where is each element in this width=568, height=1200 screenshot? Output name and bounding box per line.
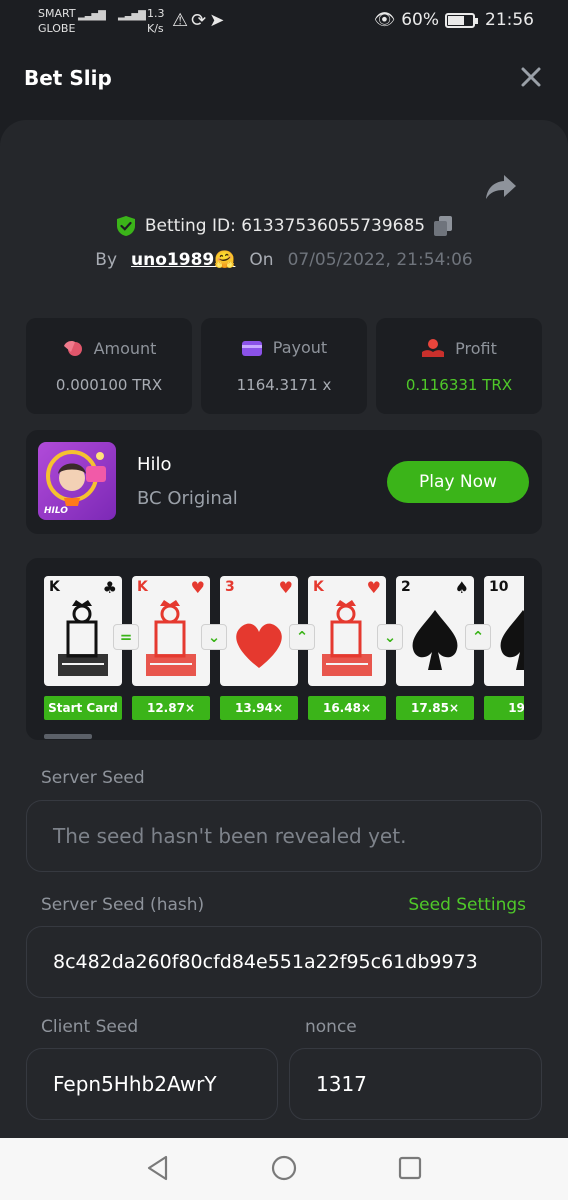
- suit-art-icon: [500, 610, 524, 670]
- thumb-label: HILO: [44, 506, 68, 516]
- clock: 21:56: [485, 10, 534, 30]
- system-nav-bar: [0, 1138, 568, 1200]
- card-payout-chip: 17.85×: [396, 696, 474, 720]
- back-nav-icon[interactable]: [144, 1154, 172, 1182]
- signal-icon: ▂▃▅▇: [78, 10, 106, 21]
- speed-unit: K/s: [147, 22, 164, 35]
- game-card: HILO Hilo BC Original Play Now: [26, 430, 542, 534]
- cards-scroll-area[interactable]: K ♣ Start Card K ♥ 12.87× 3 ♥ 13.94× K ♥ 16.48× 2 ♠ 17…: [44, 576, 524, 724]
- stat-amount-value: 0.000100 TRX: [55, 376, 163, 394]
- chip-stack-icon: [63, 341, 82, 356]
- warning-icon: ⚠: [172, 10, 192, 31]
- stat-amount-label: Amount: [93, 338, 157, 358]
- nonce-label: nonce: [305, 1017, 357, 1037]
- card-payout-chip: 16.48×: [308, 696, 386, 720]
- share-icon: [486, 175, 516, 199]
- notification-icons: ⚠⟳➤: [172, 10, 227, 31]
- playing-card: K ♥: [132, 576, 210, 686]
- speed-value: 1.3: [147, 7, 165, 20]
- hilo-game-thumbnail: HILO: [38, 442, 116, 520]
- close-icon: [521, 67, 541, 87]
- card-suit-icon: ♣: [102, 578, 117, 597]
- card-suit-icon: ♥: [366, 578, 381, 597]
- king-figure-icon: [146, 600, 196, 676]
- king-figure-icon: [322, 600, 372, 676]
- profit-hand-icon: [422, 339, 445, 357]
- carrier-line-2: GLOBE: [38, 22, 76, 35]
- network-speed: 1.3 K/s: [147, 6, 165, 36]
- signal-icon-2: ▂▃▅▇: [118, 10, 146, 21]
- sync-icon: ⟳: [191, 10, 210, 31]
- stat-profit-value: 0.116331 TRX: [405, 376, 513, 394]
- playing-card: 3 ♥: [220, 576, 298, 686]
- bet-date: 07/05/2022, 21:54:06: [287, 250, 473, 270]
- card-rank: 10: [489, 579, 509, 595]
- verified-shield-icon: [116, 216, 135, 236]
- server-seed-hash-label: Server Seed (hash): [41, 895, 205, 915]
- status-right: 👁 60% 21:56: [374, 10, 534, 30]
- card-rank: 3: [225, 579, 235, 595]
- wallet-icon: [241, 340, 262, 356]
- equal-icon: =: [113, 624, 139, 650]
- bet-author-row: By uno1989🤗 On 07/05/2022, 21:54:06: [0, 246, 568, 274]
- carrier-label: SMART GLOBE: [38, 6, 76, 36]
- card-suit-icon: ♥: [278, 578, 293, 597]
- nonce-field[interactable]: 1317: [289, 1048, 542, 1120]
- stat-profit: Profit 0.116331 TRX: [376, 318, 542, 414]
- battery-percent: 60%: [401, 10, 439, 30]
- eye-icon: 👁: [373, 10, 396, 30]
- card-suit-icon: ♠: [454, 578, 469, 597]
- card-rank: K: [313, 579, 324, 595]
- share-button[interactable]: [484, 172, 518, 202]
- card-suit-icon: ♥: [190, 578, 205, 597]
- cards-scrollbar[interactable]: [44, 734, 92, 739]
- card-payout-chip: 12.87×: [132, 696, 210, 720]
- seed-settings-link[interactable]: Seed Settings: [408, 895, 526, 915]
- card-payout-chip: 19.3: [484, 696, 524, 720]
- stat-profit-label: Profit: [455, 338, 497, 358]
- lower-arrow-icon: ⌄: [377, 624, 403, 650]
- close-button[interactable]: [518, 66, 544, 92]
- card-payout-chip: Start Card: [44, 696, 122, 720]
- stat-payout-value: 1164.3171 x: [236, 376, 332, 394]
- stat-payout-label: Payout: [272, 338, 328, 357]
- by-label: By: [95, 250, 118, 270]
- higher-arrow-icon: ⌃: [289, 624, 315, 650]
- card-rank: 2: [401, 579, 411, 595]
- playing-card: K ♥: [308, 576, 386, 686]
- server-seed-field: The seed hasn't been revealed yet.: [26, 800, 542, 872]
- copy-icon[interactable]: [433, 215, 453, 237]
- home-nav-icon[interactable]: [270, 1154, 298, 1182]
- playing-card: 2 ♠: [396, 576, 474, 686]
- server-seed-label: Server Seed: [41, 768, 145, 788]
- recents-nav-icon[interactable]: [396, 1154, 424, 1182]
- client-seed-label: Client Seed: [41, 1017, 139, 1037]
- lower-arrow-icon: ⌄: [201, 624, 227, 650]
- card-payout-chip: 13.94×: [220, 696, 298, 720]
- stat-amount: Amount 0.000100 TRX: [26, 318, 192, 414]
- card-rank: K: [137, 579, 148, 595]
- betting-id: Betting ID: 61337536055739685: [144, 216, 426, 236]
- card-rank: K: [49, 579, 60, 595]
- client-seed-field[interactable]: Fepn5Hhb2AwrY: [26, 1048, 278, 1120]
- cards-history-panel: K ♣ Start Card K ♥ 12.87× 3 ♥ 13.94× K ♥ 16.48× 2 ♠ 17…: [26, 558, 542, 740]
- king-figure-icon: [58, 600, 108, 676]
- carrier-line-1: SMART: [38, 7, 76, 20]
- telegram-icon: ➤: [209, 10, 228, 31]
- game-name: Hilo: [137, 454, 172, 475]
- betting-id-row: Betting ID: 61337536055739685: [0, 212, 568, 240]
- server-seed-hash-field[interactable]: 8c482da260f80cfd84e551a22f95c61db9973: [26, 926, 542, 998]
- suit-art-icon: [412, 610, 458, 670]
- on-label: On: [249, 250, 274, 270]
- username-link[interactable]: uno1989🤗: [131, 250, 235, 270]
- page-title: Bet Slip: [24, 66, 112, 90]
- suit-art-icon: [236, 623, 282, 668]
- battery-icon: [445, 12, 478, 28]
- higher-arrow-icon: ⌃: [465, 624, 491, 650]
- stat-payout: Payout 1164.3171 x: [201, 318, 367, 414]
- play-now-button[interactable]: Play Now: [387, 461, 529, 503]
- game-subtitle: BC Original: [137, 488, 238, 509]
- status-bar: SMART GLOBE ▂▃▅▇ ▂▃▅▇ 1.3 K/s ⚠⟳➤ 👁 60% …: [0, 0, 568, 44]
- playing-card: K ♣: [44, 576, 122, 686]
